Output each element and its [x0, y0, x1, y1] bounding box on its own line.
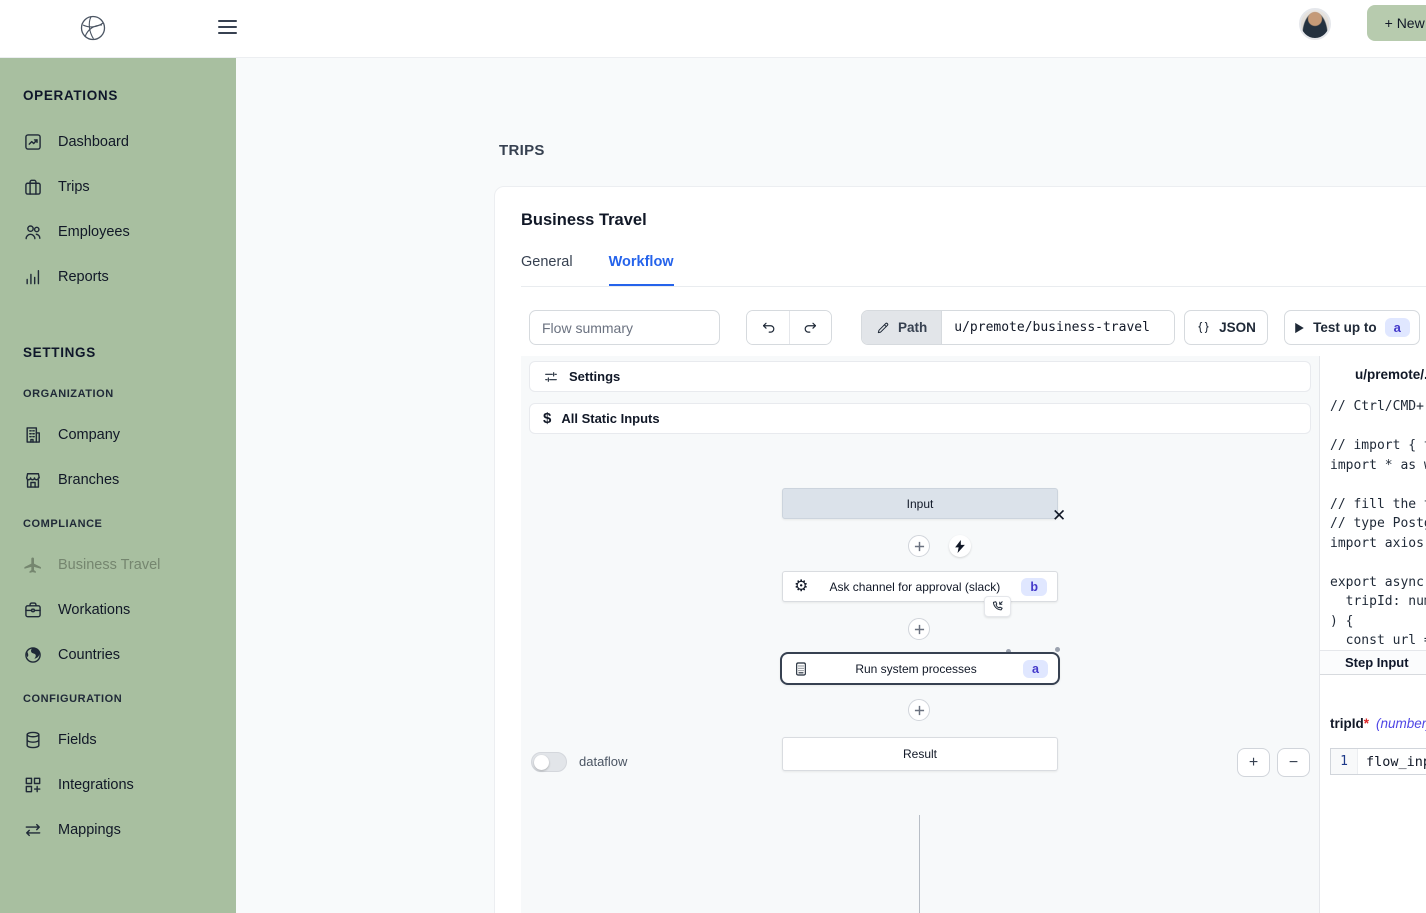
- sidebar-item-label: Mappings: [58, 822, 121, 838]
- sidebar-subheading-compliance: COMPLIANCE: [23, 518, 236, 530]
- flow-static-inputs-row[interactable]: $ All Static Inputs: [529, 403, 1311, 434]
- flow-settings-row[interactable]: Settings: [529, 361, 1311, 392]
- script-icon: [793, 661, 809, 677]
- braces-icon: [1196, 320, 1211, 335]
- sidebar-item-label: Business Travel: [58, 557, 160, 573]
- new-workflow-button[interactable]: + New Wor: [1367, 5, 1426, 41]
- sidebar-item-trips[interactable]: Trips: [23, 175, 236, 199]
- step-badge: b: [1021, 578, 1047, 596]
- sidebar-item-label: Trips: [58, 179, 90, 195]
- tab-workflow[interactable]: Workflow: [609, 254, 674, 287]
- breadcrumb: TRIPS: [499, 142, 545, 159]
- sidebar-item-business-travel[interactable]: Business Travel: [23, 553, 236, 577]
- plus-icon: [914, 705, 925, 716]
- app-logo-icon: [78, 13, 108, 43]
- sidebar-item-dashboard[interactable]: Dashboard: [23, 130, 236, 154]
- plus-icon: [914, 541, 925, 552]
- sidebar-item-label: Integrations: [58, 777, 134, 793]
- page-tabs: General Workflow: [521, 254, 674, 287]
- tabs-divider: [521, 286, 1426, 287]
- page-title: Business Travel: [521, 211, 647, 230]
- flow-canvas[interactable]: Settings $ All Static Inputs dataflow + …: [521, 356, 1319, 913]
- sidebar-item-label: Countries: [58, 647, 120, 663]
- path-field-group: Path: [861, 310, 1175, 345]
- sidebar-item-company[interactable]: Company: [23, 423, 236, 447]
- add-step-button[interactable]: [908, 699, 930, 721]
- sliders-icon: [543, 369, 559, 385]
- flow-node-input[interactable]: Input: [782, 488, 1058, 519]
- path-input[interactable]: [942, 311, 1174, 344]
- required-mark: *: [1364, 716, 1369, 731]
- sidebar-item-label: Branches: [58, 472, 119, 488]
- sidebar-item-workations[interactable]: Workations: [23, 598, 236, 622]
- gear-icon: ⚙: [794, 579, 808, 595]
- sidebar-heading-settings: SETTINGS: [23, 345, 236, 360]
- code-editor[interactable]: // Ctrl/CMD+. to cache dependencies on i…: [1330, 397, 1426, 650]
- arg-row-tripid: tripId* (number) Static <>: [1330, 708, 1426, 738]
- step-path: u/premote/...: [1355, 367, 1426, 382]
- plus-icon: [914, 624, 925, 635]
- flow-node-result[interactable]: Result: [782, 737, 1058, 771]
- sidebar-item-mappings[interactable]: Mappings: [23, 818, 236, 842]
- expr-editor[interactable]: 1 flow_input.tripId: [1330, 748, 1426, 775]
- arg-name: tripId*: [1330, 716, 1369, 731]
- flow-node-run-system[interactable]: Run system processes a: [780, 652, 1060, 685]
- sidebar-item-label: Employees: [58, 224, 130, 240]
- user-avatar[interactable]: [1299, 8, 1331, 40]
- arg-type: (number): [1376, 716, 1426, 731]
- sidebar-subheading-organization: ORGANIZATION: [23, 388, 236, 400]
- play-icon: [1294, 322, 1305, 334]
- flow-summary-input[interactable]: [529, 310, 720, 345]
- zoom-out-button[interactable]: −: [1277, 748, 1310, 777]
- line-number: 1: [1331, 749, 1358, 774]
- add-step-button[interactable]: [908, 618, 930, 640]
- sidebar-item-integrations[interactable]: Integrations: [23, 773, 236, 797]
- sidebar-item-label: Workations: [58, 602, 130, 618]
- app-root: + New Wor OPERATIONS Dashboard Trips Emp…: [0, 0, 1426, 913]
- add-step-button[interactable]: [908, 535, 930, 557]
- menu-icon[interactable]: [218, 20, 237, 38]
- dataflow-toggle-label: dataflow: [579, 754, 627, 769]
- flow-connector-line: [919, 815, 920, 913]
- tab-general[interactable]: General: [521, 254, 573, 287]
- step-badge: a: [1023, 660, 1048, 678]
- sidebar-subheading-configuration: CONFIGURATION: [23, 693, 236, 705]
- sidebar-item-label: Reports: [58, 269, 109, 285]
- path-edit-button[interactable]: Path: [862, 311, 942, 344]
- sidebar-item-fields[interactable]: Fields: [23, 728, 236, 752]
- sidebar-item-label: Company: [58, 427, 120, 443]
- sidebar-item-countries[interactable]: Countries: [23, 643, 236, 667]
- step-badge: a: [1385, 318, 1410, 337]
- sidebar-heading-operations: OPERATIONS: [23, 88, 236, 103]
- main-content: TRIPS Business Travel General Workflow P…: [236, 58, 1426, 913]
- step-panel-tabs: Step Input Test this step Advanced: [1320, 650, 1426, 675]
- node-handle-dot: [1055, 647, 1060, 652]
- dataflow-toggle[interactable]: [531, 752, 567, 772]
- zoom-in-button[interactable]: +: [1237, 748, 1270, 777]
- expr-value[interactable]: flow_input.tripId: [1358, 749, 1426, 774]
- pencil-icon: [876, 321, 890, 335]
- tab-step-input[interactable]: Step Input: [1345, 655, 1409, 670]
- sidebar-item-label: Fields: [58, 732, 97, 748]
- trigger-button[interactable]: [949, 535, 971, 557]
- top-header: + New Wor: [0, 0, 1426, 58]
- dollar-icon: $: [543, 410, 551, 427]
- flow-node-approval[interactable]: ⚙ Ask channel for approval (slack) b: [782, 571, 1058, 602]
- sidebar-item-label: Dashboard: [58, 134, 129, 150]
- redo-button[interactable]: [789, 311, 831, 344]
- suspend-phone-icon: [984, 596, 1011, 617]
- history-buttons: [746, 310, 832, 345]
- close-icon[interactable]: ✕: [1052, 507, 1066, 524]
- test-up-to-button[interactable]: Test up to a: [1284, 310, 1420, 345]
- step-editor-panel: u/premote/... hash // Ctrl/CMD+. to cach…: [1319, 356, 1426, 913]
- sidebar-item-employees[interactable]: Employees: [23, 220, 236, 244]
- json-button[interactable]: JSON: [1184, 310, 1268, 345]
- sidebar-item-branches[interactable]: Branches: [23, 468, 236, 492]
- sidebar: OPERATIONS Dashboard Trips Employees Rep…: [0, 58, 236, 913]
- sidebar-item-reports[interactable]: Reports: [23, 265, 236, 289]
- undo-button[interactable]: [747, 311, 789, 344]
- editor-header: u/premote/... hash: [1320, 356, 1426, 392]
- lightning-icon: [954, 540, 966, 553]
